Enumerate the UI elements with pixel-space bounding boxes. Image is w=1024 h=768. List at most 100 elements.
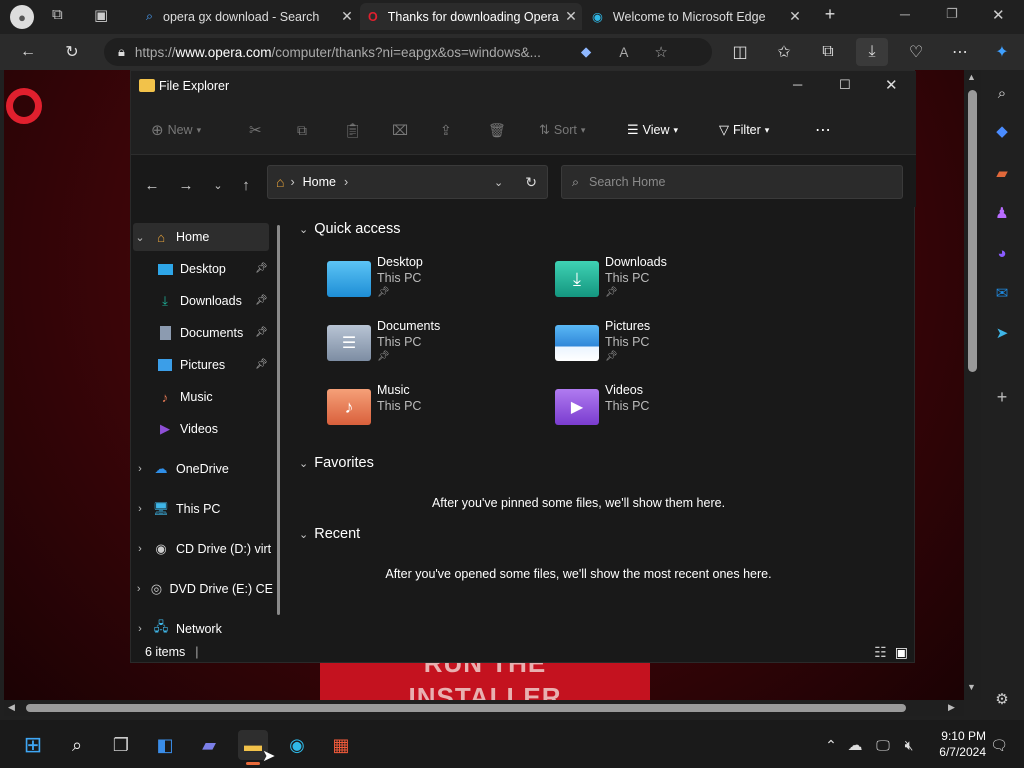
delete-icon[interactable]: 🗑︎ (488, 119, 506, 141)
more-menu-icon[interactable]: ⋯ (944, 38, 976, 66)
address-bar[interactable]: 🔒︎ https://www.opera.com/computer/thanks… (104, 38, 712, 66)
collections-icon[interactable]: ⧉ (812, 38, 844, 66)
restore-browser-icon[interactable]: ❐ (946, 6, 966, 22)
sidebar-item-dvd-drive[interactable]: › ◎ DVD Drive (E:) CE (133, 575, 273, 603)
breadcrumb-home[interactable]: Home (303, 175, 336, 189)
quick-access-music[interactable]: ♪ Music This PC (327, 383, 527, 443)
quick-access-downloads[interactable]: ⤓ Downloads This PC 📌︎ (555, 255, 755, 315)
recent-locations-icon[interactable]: ⌄ (207, 175, 229, 195)
quick-access-header[interactable]: ⌄ Quick access (299, 221, 400, 237)
copilot-icon[interactable]: ✦ (986, 38, 1018, 66)
back-icon[interactable]: ← (12, 38, 44, 66)
pane-scrollbar[interactable] (277, 225, 280, 615)
sidebar-item-cd-drive[interactable]: › ◉ CD Drive (D:) virt (133, 535, 273, 563)
up-arrow-icon[interactable]: ↑ (235, 175, 257, 195)
new-button[interactable]: ⊕ New ▾ (151, 119, 201, 141)
edge-taskbar-icon[interactable]: ◉ (282, 730, 312, 760)
share-icon[interactable]: ⇪ (440, 119, 452, 141)
quick-access-documents[interactable]: ☰ Documents This PC 📌︎ (327, 319, 527, 379)
minimize-browser-icon[interactable]: ─ (900, 6, 920, 22)
close-tab-icon[interactable]: ✕ (784, 8, 806, 25)
filter-button[interactable]: ▽ Filter ▾ (719, 119, 769, 141)
sidebar-send-icon[interactable]: ➤ (988, 320, 1016, 346)
split-screen-icon[interactable]: ◫ (724, 38, 756, 66)
store-taskbar-icon[interactable]: ▦ (326, 730, 356, 760)
close-tab-icon[interactable]: ✕ (336, 8, 358, 25)
downloads-icon[interactable]: ⤓ (856, 38, 888, 66)
details-view-icon[interactable]: ☷ (874, 644, 887, 661)
quick-access-pictures[interactable]: Pictures This PC 📌︎ (555, 319, 755, 379)
sidebar-search-icon[interactable]: ⌕ (988, 80, 1016, 106)
breadcrumb[interactable]: ⌂ › Home › ⌄ ↻ (267, 165, 548, 199)
quick-access-videos[interactable]: ▶ Videos This PC (555, 383, 755, 443)
sidebar-outlook-icon[interactable]: ✉ (988, 280, 1016, 306)
chevron-right-icon[interactable]: › (133, 583, 144, 595)
coupon-icon[interactable]: ◆ (581, 44, 591, 60)
tab-edge-welcome[interactable]: ◉ Welcome to Microsoft Edge ✕ (584, 3, 806, 30)
sidebar-item-music[interactable]: ♪ Music (151, 383, 271, 411)
close-icon[interactable]: ✕ (885, 76, 898, 94)
chevron-right-icon[interactable]: › (133, 463, 147, 475)
teams-meet-icon[interactable]: ▰ (194, 730, 224, 760)
close-tab-icon[interactable]: ✕ (560, 8, 582, 25)
profile-avatar[interactable]: ● (10, 5, 34, 29)
chevron-right-icon[interactable]: › (133, 543, 147, 555)
scroll-right-icon[interactable]: ▶ (948, 702, 955, 713)
widgets-icon[interactable]: ◧ (150, 730, 180, 760)
copy-icon[interactable]: ⧉ (297, 119, 307, 141)
chevron-right-icon[interactable]: › (133, 623, 147, 635)
scroll-thumb[interactable] (968, 90, 977, 372)
task-view-icon[interactable]: ❐ (106, 730, 136, 760)
clock[interactable]: 9:10 PM 6/7/2024 (926, 728, 986, 760)
quick-access-desktop[interactable]: Desktop This PC 📌︎ (327, 255, 527, 315)
recent-header[interactable]: ⌄ Recent (299, 526, 360, 542)
workspaces-icon[interactable]: ⧉ (52, 6, 72, 26)
favorites-header[interactable]: ⌄ Favorites (299, 455, 374, 471)
sidebar-item-network[interactable]: › 🖧︎ Network (133, 615, 273, 643)
start-button[interactable]: ⊞ (18, 730, 48, 760)
sidebar-item-pictures[interactable]: Pictures (151, 351, 271, 379)
rename-icon[interactable]: ⌧ (392, 119, 408, 141)
page-horizontal-scrollbar[interactable]: ◀ ▶ (4, 700, 964, 716)
tab-search[interactable]: ⌕ opera gx download - Search ✕ (138, 3, 358, 30)
refresh-icon[interactable]: ↻ (525, 174, 537, 191)
taskbar-search-icon[interactable]: ⌕ (62, 730, 92, 760)
view-button[interactable]: ☰ View ▾ (627, 119, 678, 141)
scroll-left-icon[interactable]: ◀ (8, 702, 15, 713)
scroll-thumb[interactable] (26, 704, 906, 712)
chevron-right-icon[interactable]: › (133, 503, 147, 515)
sidebar-item-videos[interactable]: ▶ Videos (151, 415, 271, 443)
tab-actions-icon[interactable]: ▣ (94, 6, 114, 26)
sidebar-item-desktop[interactable]: Desktop (151, 255, 271, 283)
sidebar-item-home[interactable]: ⌄ ⌂ Home (133, 223, 269, 251)
sidebar-games-icon[interactable]: ♟ (988, 200, 1016, 226)
refresh-icon[interactable]: ↻ (56, 38, 88, 66)
sidebar-item-this-pc[interactable]: › 🖥︎ This PC (133, 495, 273, 523)
page-vertical-scrollbar[interactable]: ▲ ▼ (964, 70, 981, 700)
forward-arrow-icon[interactable]: → (175, 175, 197, 195)
maximize-icon[interactable]: ☐ (839, 77, 851, 93)
volume-muted-tray-icon[interactable]: 🔇︎ (894, 730, 924, 760)
favorites-icon[interactable]: ✩ (768, 38, 800, 66)
sidebar-item-downloads[interactable]: ⤓ Downloads (151, 287, 271, 315)
sidebar-add-icon[interactable]: + (988, 384, 1016, 410)
sort-button[interactable]: ⇅ Sort ▾ (539, 119, 585, 141)
sidebar-item-onedrive[interactable]: › ☁ OneDrive (133, 455, 273, 483)
sidebar-copilot-icon[interactable]: ◕ (988, 240, 1016, 266)
search-input[interactable]: ⌕ Search Home (561, 165, 903, 199)
sidebar-tag-icon[interactable]: ◆ (988, 118, 1016, 144)
sidebar-tools-icon[interactable]: ▰ (988, 160, 1016, 186)
sidebar-item-documents[interactable]: Documents (151, 319, 271, 347)
tiles-view-icon[interactable]: ▣ (895, 644, 908, 661)
more-options-icon[interactable]: ⋯ (815, 119, 831, 141)
sidebar-settings-icon[interactable]: ⚙ (988, 686, 1016, 712)
scroll-up-icon[interactable]: ▲ (967, 72, 976, 82)
minimize-icon[interactable]: ─ (793, 77, 802, 92)
notifications-icon[interactable]: 🗨︎ (984, 730, 1014, 760)
read-aloud-icon[interactable]: A (619, 45, 628, 60)
paste-icon[interactable]: 📋︎ (344, 119, 362, 141)
performance-icon[interactable]: ♡ (900, 38, 932, 66)
scroll-down-icon[interactable]: ▼ (967, 682, 976, 692)
new-tab-button[interactable]: + (818, 4, 842, 28)
tab-opera-thanks[interactable]: O Thanks for downloading Opera ✕ (360, 3, 582, 30)
